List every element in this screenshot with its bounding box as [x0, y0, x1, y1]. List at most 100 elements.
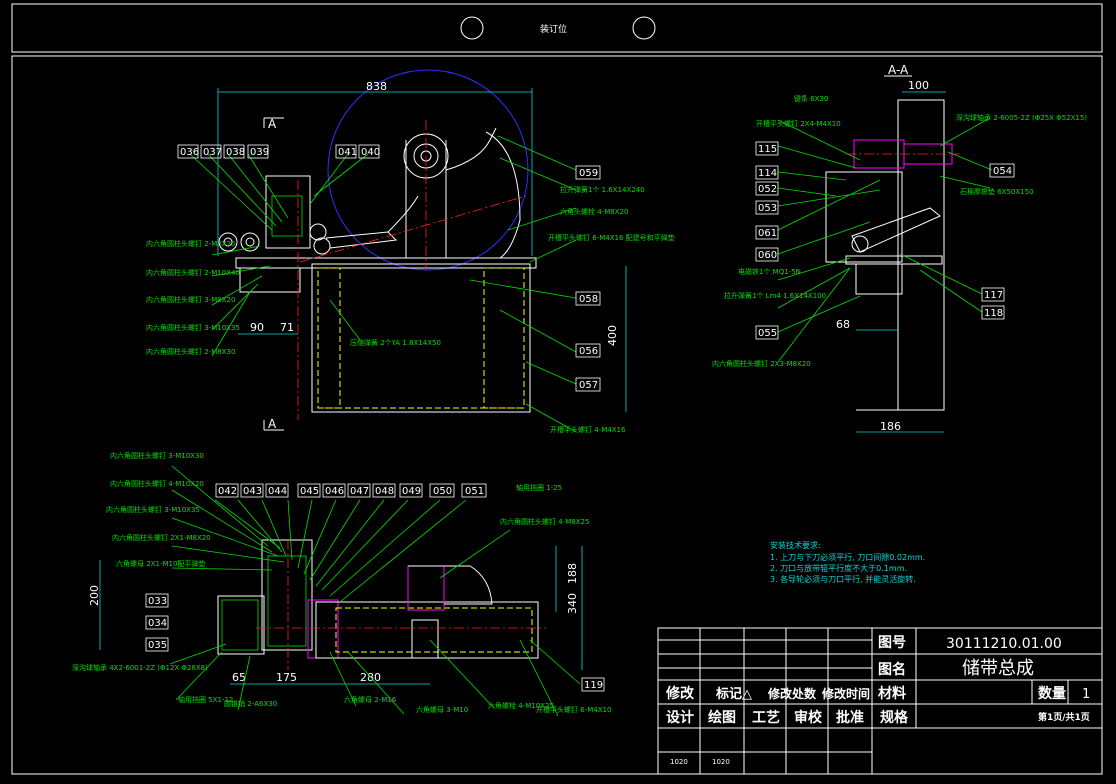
svg-text:048: 048	[375, 486, 394, 497]
balloon-056: 056	[575, 343, 601, 358]
callout-m3: 内六角圆柱头螺钉 3-M10X35	[146, 323, 240, 332]
callout-m4: 内六角圆柱头螺钉 2-M8X30	[146, 347, 235, 356]
balloon-037: 037	[200, 144, 222, 159]
callout-s5: 拉升弹簧1个 Lm4 1.6X14X100	[724, 291, 826, 300]
svg-text:047: 047	[350, 486, 369, 497]
front-view: 838 90 71 400 A A	[189, 69, 627, 433]
tb-drawing-no: 30111210.01.00	[946, 636, 1062, 652]
roller-3	[309, 223, 327, 241]
feed-housing	[265, 175, 311, 249]
balloon-040: 040	[358, 144, 380, 159]
balloon-035: 035	[145, 637, 169, 652]
svg-text:059: 059	[579, 168, 598, 179]
plan-roller-inner	[221, 599, 259, 651]
tb-qty: 1	[1082, 687, 1090, 702]
callout-m7: 开槽平头螺钉 6-M4X16 配建号和平弹垫	[548, 233, 675, 242]
balloon-041: 041	[335, 144, 357, 159]
cutter-arm	[851, 207, 941, 253]
balloon-042: 042	[215, 483, 239, 498]
vertical-post	[897, 99, 945, 411]
drawing-canvas: 装订位 838 90 71 400 A A 036 037 038 039 04…	[0, 0, 1116, 780]
callout-m1: 内六角圆柱头螺钉 2-M10X40	[146, 268, 240, 277]
callout-s2: 深沟球轴承 2-6005-2Z (Φ25X Φ52X15)	[956, 113, 1087, 122]
tape-reel-outline	[327, 69, 529, 271]
callout-b0: 内六角圆柱头螺钉 3-M10X30	[110, 451, 204, 460]
guide-curve	[445, 127, 497, 171]
dim-68: 68	[836, 318, 850, 331]
binding-hole-left	[460, 16, 484, 40]
callout-b2: 内六角圆柱头螺钉 3-M10X35	[106, 505, 200, 514]
binding-hole-right	[632, 16, 656, 40]
svg-text:035: 035	[148, 640, 167, 651]
svg-text:044: 044	[268, 486, 287, 497]
tb-qty-label: 数量	[1038, 685, 1066, 702]
section-a-top: A	[268, 117, 277, 131]
side-housing	[825, 171, 903, 263]
balloon-038: 038	[223, 144, 245, 159]
tb-revise-place: 修改处数	[767, 686, 817, 701]
svg-text:057: 057	[579, 380, 598, 391]
balloon-046: 046	[322, 483, 346, 498]
tb-approve: 批准	[836, 709, 864, 726]
balloon-048: 048	[372, 483, 396, 498]
tech-notes-title: 安装技术要求:	[770, 540, 821, 550]
dim-90: 90	[250, 321, 264, 334]
plan-base-inner	[335, 607, 533, 653]
left-bracket	[239, 267, 301, 293]
box-wall-right	[483, 267, 525, 409]
svg-text:050: 050	[433, 486, 452, 497]
callout-b9: 圆锥销 2-A6X30	[224, 699, 277, 708]
roller-2-hub	[245, 237, 255, 247]
tech-note-2: 2. 刀口与放带辊平行度不大于0.1mm.	[770, 563, 907, 573]
callouts-main: 内六角圆柱头螺钉 2-M8X25 内六角圆柱头螺钉 2-M10X40 内六角圆柱…	[146, 185, 675, 434]
svg-text:053: 053	[758, 203, 777, 214]
tb-drawn: 绘图	[708, 709, 736, 726]
plan-guide	[408, 565, 493, 605]
tb-date2: 1020	[712, 758, 730, 766]
tb-spec: 规格	[880, 709, 909, 726]
balloon-057: 057	[575, 377, 601, 392]
svg-text:052: 052	[758, 184, 777, 195]
balloon-119: 119	[581, 677, 605, 692]
svg-text:036: 036	[180, 147, 199, 158]
callout-s3: 石棉摩擦垫 6X50X150	[960, 187, 1034, 196]
svg-text:051: 051	[465, 486, 484, 497]
svg-text:049: 049	[402, 486, 421, 497]
box-wall-left	[317, 267, 341, 409]
callout-m6: 六角头螺栓 4-M8X20	[560, 207, 628, 216]
balloon-039: 039	[247, 144, 269, 159]
balloon-060: 060	[755, 247, 779, 262]
callout-m2: 内六角圆柱头螺钉 3-M8X20	[146, 295, 235, 304]
balloon-043: 043	[240, 483, 264, 498]
svg-text:045: 045	[300, 486, 319, 497]
balloon-044: 044	[265, 483, 289, 498]
plan-feed-inner	[267, 555, 307, 647]
callout-s6: 内六角圆柱头螺钉 2X3-M8X20	[712, 359, 811, 368]
balloon-055: 055	[755, 325, 779, 340]
balloon-061: 061	[755, 225, 779, 240]
tb-date1: 1020	[670, 758, 688, 766]
svg-text:034: 034	[148, 618, 167, 629]
guide-plate	[485, 131, 521, 259]
tech-notes: 安装技术要求: 1. 上刀与下刀必须平行, 刀口间隙0.02mm. 2. 刀口与…	[770, 540, 925, 584]
balloon-050: 050	[429, 483, 455, 498]
callout-b11: 六角螺母 3-M10	[416, 705, 468, 714]
dim-188: 188	[566, 563, 579, 584]
title-block: 图号 30111210.01.00 图名 储带总成 修改 标记△ 修改处数 修改…	[657, 627, 1103, 775]
svg-text:041: 041	[338, 147, 357, 158]
svg-text:115: 115	[758, 144, 777, 155]
callout-s4: 电磁铁1个 MQ1-5N	[738, 267, 801, 276]
tb-mark: 标记△	[715, 686, 752, 702]
callout-b1: 内六角圆柱头螺钉 4-M10X20	[110, 479, 204, 488]
tech-note-3: 3. 各导轮必须与刀口平行, 并能灵活旋转.	[770, 574, 916, 584]
dim-838: 838	[366, 80, 387, 93]
callout-b5: 轴用挡圈 1-25	[516, 483, 562, 492]
svg-text:033: 033	[148, 596, 167, 607]
dim-200: 200	[88, 585, 101, 606]
callout-b4: 六角螺母 2X1-M10配平弹垫	[116, 559, 205, 568]
leaders-section-right	[899, 117, 993, 313]
callout-s1: 开槽平头螺钉 2X4-M4X10	[756, 119, 841, 128]
tb-name-label: 图名	[878, 661, 906, 678]
svg-text:114: 114	[758, 168, 777, 179]
callout-b3: 内六角圆柱头螺钉 2X1-M8X20	[112, 533, 211, 542]
